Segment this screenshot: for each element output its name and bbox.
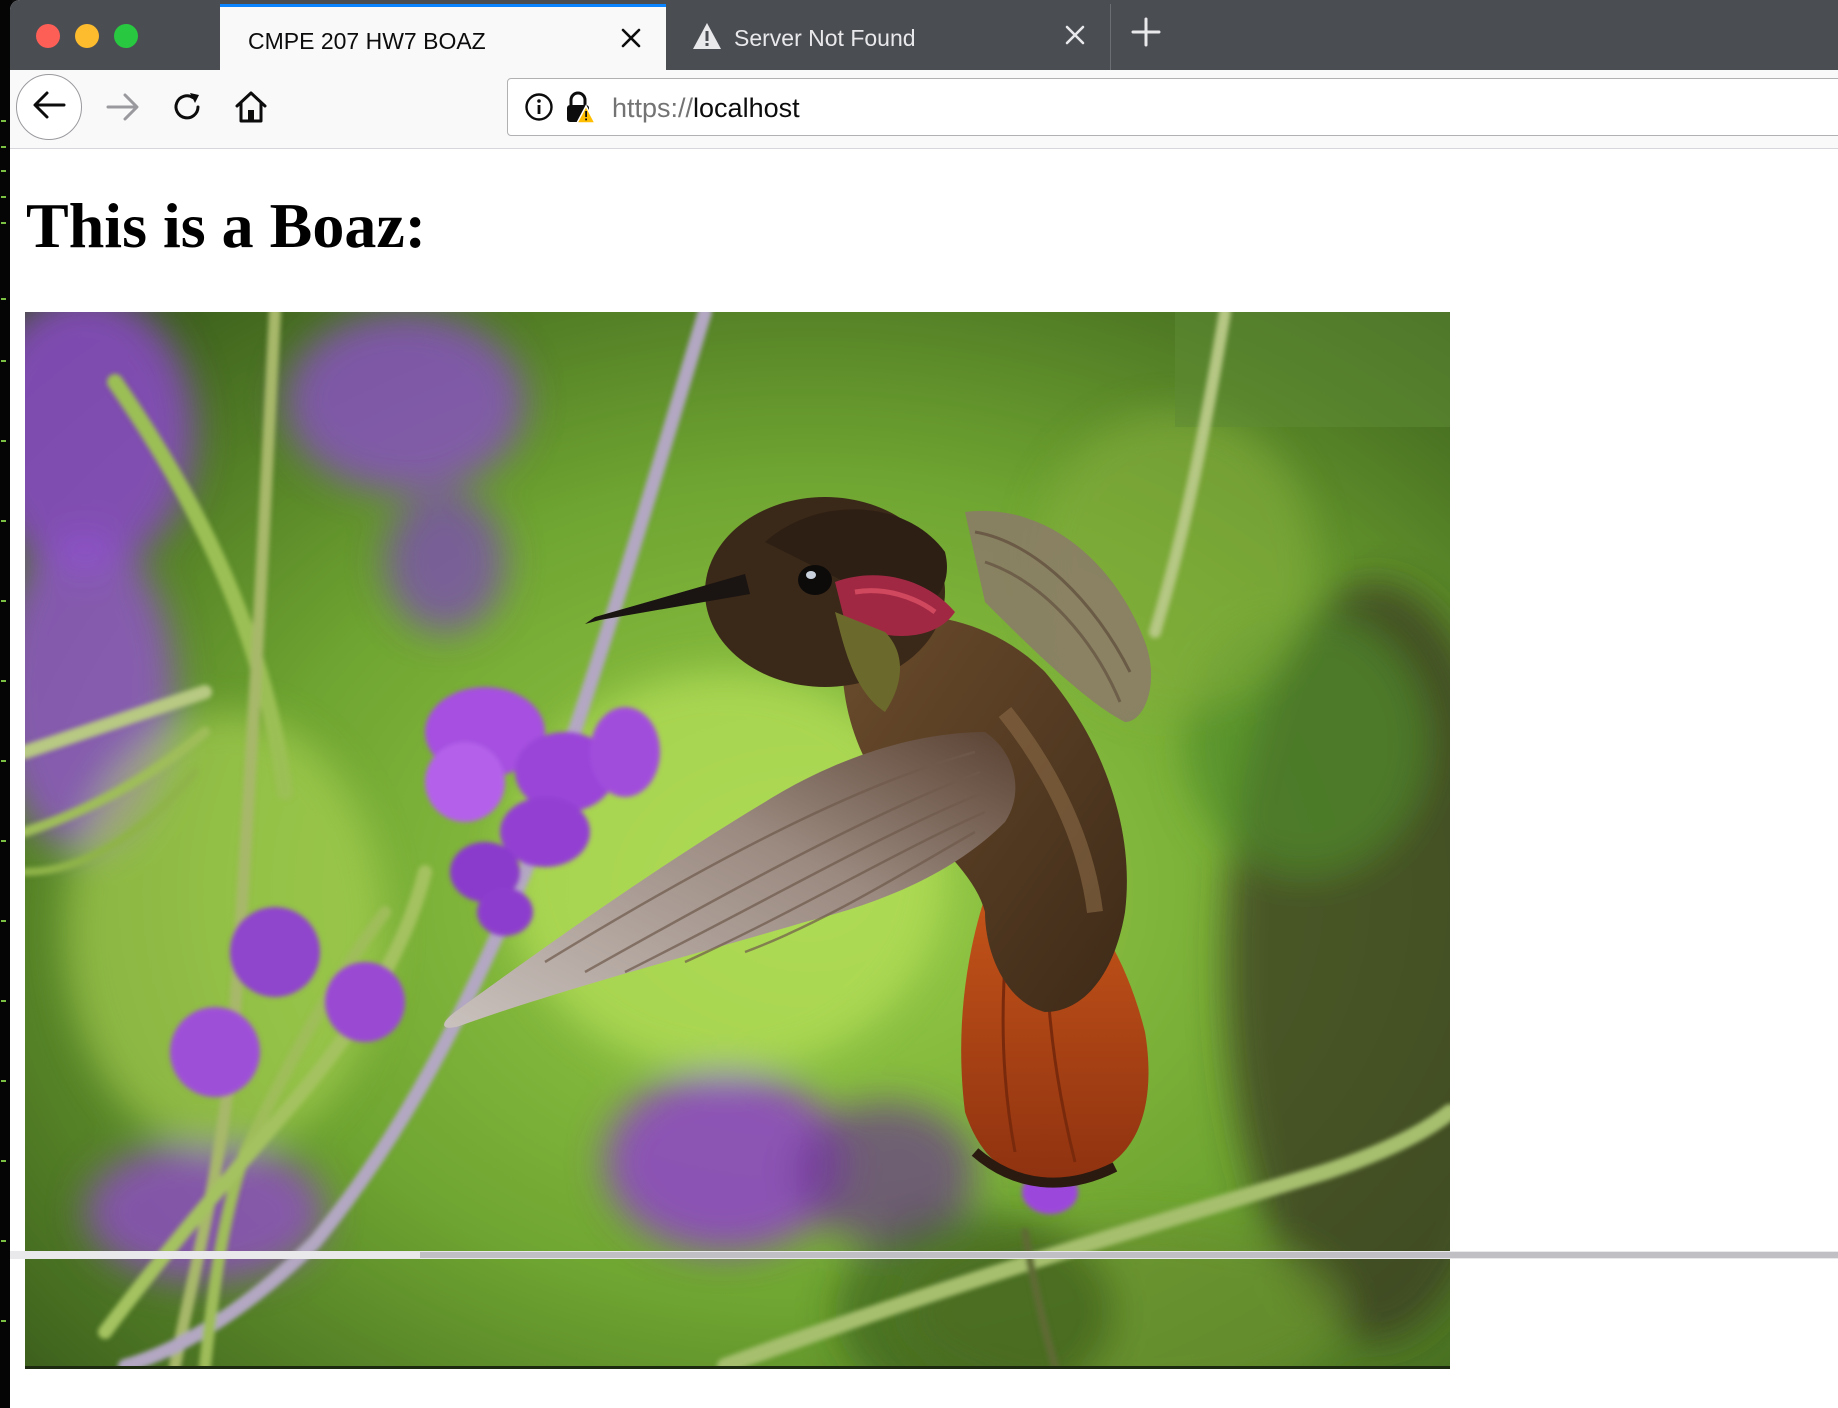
terminal-mark <box>1 1000 6 1002</box>
page-content: This is a Boaz: <box>10 149 1838 1400</box>
terminal-mark <box>1 440 6 442</box>
url-scheme: https:// <box>612 93 694 123</box>
terminal-mark <box>1 1160 6 1162</box>
terminal-mark <box>1 196 6 198</box>
forward-arrow-icon <box>106 92 140 127</box>
horizontal-scrollbar-thumb[interactable] <box>420 1252 1838 1258</box>
warning-icon <box>692 22 722 56</box>
close-tab-icon[interactable] <box>1060 20 1090 50</box>
browser-window: CMPE 207 HW7 BOAZ Server Not Found https… <box>10 0 1838 1408</box>
terminal-mark <box>1 170 6 172</box>
tab-cmpe-207[interactable]: CMPE 207 HW7 BOAZ <box>220 4 666 70</box>
terminal-mark <box>1 680 6 682</box>
terminal-mark <box>1 146 6 148</box>
tab-title: Server Not Found <box>734 25 916 51</box>
reload-button[interactable] <box>164 86 210 132</box>
terminal-mark <box>1 298 6 300</box>
navigation-toolbar: https://localhost <box>10 70 1838 149</box>
back-arrow-icon <box>32 90 66 125</box>
site-info-icon[interactable] <box>524 92 554 127</box>
window-zoom-button[interactable] <box>114 24 138 48</box>
home-icon <box>234 90 268 129</box>
new-tab-button[interactable] <box>1126 14 1166 54</box>
terminal-mark <box>1 222 6 224</box>
back-button[interactable] <box>16 74 82 140</box>
horizontal-scrollbar[interactable] <box>10 1251 1838 1259</box>
tab-title: CMPE 207 HW7 BOAZ <box>248 28 486 54</box>
terminal-mark <box>1 760 6 762</box>
terminal-mark <box>1 1320 6 1322</box>
close-tab-icon[interactable] <box>616 23 646 53</box>
window-minimize-button[interactable] <box>75 24 99 48</box>
terminal-mark <box>1 520 6 522</box>
tab-bar: CMPE 207 HW7 BOAZ Server Not Found <box>10 0 1838 70</box>
terminal-mark <box>1 120 6 122</box>
terminal-mark <box>1 840 6 842</box>
plus-icon <box>1131 17 1161 52</box>
reload-icon <box>171 91 203 128</box>
insecure-lock-icon[interactable] <box>564 91 597 130</box>
hummingbird-photo <box>25 312 1450 1369</box>
url-host: localhost <box>693 93 800 123</box>
home-button[interactable] <box>228 86 274 132</box>
terminal-mark <box>1 1080 6 1082</box>
tab-server-not-found[interactable]: Server Not Found <box>670 4 1111 70</box>
terminal-mark <box>1 360 6 362</box>
page-heading: This is a Boaz: <box>26 190 427 261</box>
address-bar[interactable]: https://localhost <box>507 78 1838 136</box>
terminal-mark <box>1 920 6 922</box>
forward-button[interactable] <box>100 86 146 132</box>
terminal-mark <box>1 600 6 602</box>
terminal-mark <box>1 1240 6 1242</box>
url-text: https://localhost <box>612 93 800 124</box>
window-close-button[interactable] <box>36 24 60 48</box>
